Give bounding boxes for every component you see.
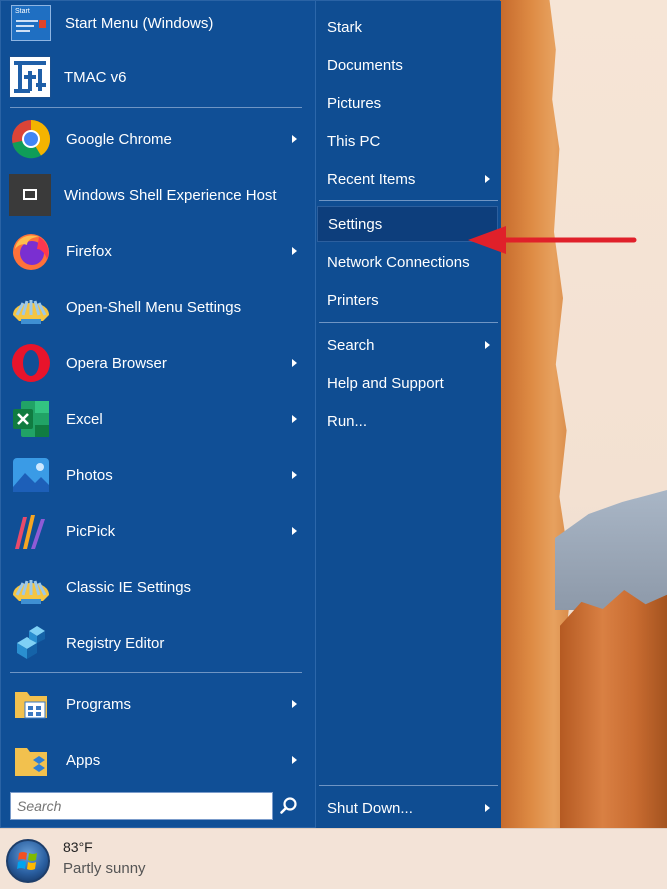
submenu-arrow-icon	[292, 471, 297, 479]
menu-item-label: Classic IE Settings	[66, 578, 192, 596]
chrome-icon	[9, 117, 53, 161]
menu-item-google-chrome[interactable]: Google Chrome	[5, 111, 311, 167]
firefox-icon	[9, 229, 53, 273]
tile-line	[16, 30, 30, 32]
tile-red-square	[39, 20, 46, 28]
submenu-arrow-icon	[292, 135, 297, 143]
search-box[interactable]	[10, 792, 273, 820]
menu-item-label: Open-Shell Menu Settings	[66, 298, 242, 316]
right-item-label: Stark	[327, 18, 363, 36]
menu-item-label: Firefox	[66, 242, 112, 260]
shell-host-icon	[9, 174, 51, 216]
right-item-printers[interactable]: Printers	[317, 283, 498, 317]
registry-editor-icon	[9, 621, 53, 665]
weather-condition[interactable]: Partly sunny	[63, 860, 146, 877]
menu-item-programs[interactable]: Programs	[5, 676, 311, 732]
right-item-documents[interactable]: Documents	[317, 48, 498, 82]
tmac-icon	[9, 56, 51, 98]
start-orb-button[interactable]	[6, 839, 50, 883]
menu-item-label: TMAC v6	[64, 68, 127, 86]
search-input[interactable]	[11, 793, 272, 819]
menu-separator	[319, 785, 498, 786]
start-menu-right-column: Stark Documents Pictures This PC Recent …	[315, 1, 501, 829]
search-icon[interactable]	[279, 796, 299, 816]
menu-item-opera-browser[interactable]: Opera Browser	[5, 335, 311, 391]
menu-item-classic-ie-settings[interactable]: Classic IE Settings	[5, 559, 311, 615]
tile-line	[16, 25, 34, 27]
menu-separator	[10, 672, 302, 673]
start-menu-windows-icon: Start	[11, 5, 51, 41]
rock-formation-lower	[560, 590, 667, 828]
annotation-arrow-icon	[468, 226, 637, 254]
right-item-shut-down[interactable]: Shut Down...	[317, 791, 498, 825]
submenu-arrow-icon	[292, 527, 297, 535]
submenu-arrow-icon	[292, 700, 297, 708]
menu-item-label: Google Chrome	[66, 130, 172, 148]
menu-item-label: Apps	[66, 751, 101, 769]
excel-icon	[9, 397, 53, 441]
programs-icon	[9, 682, 53, 726]
submenu-arrow-icon	[292, 756, 297, 764]
submenu-arrow-icon	[292, 359, 297, 367]
menu-separator	[10, 107, 302, 108]
menu-item-open-shell-menu-settings[interactable]: Open-Shell Menu Settings	[5, 279, 311, 335]
right-item-run[interactable]: Run...	[317, 404, 498, 438]
right-item-pictures[interactable]: Pictures	[317, 86, 498, 120]
menu-item-start-menu-windows[interactable]: Start Start Menu (Windows)	[5, 1, 311, 45]
apps-icon	[9, 738, 53, 782]
menu-item-label: Excel	[66, 410, 103, 428]
right-item-label: Shut Down...	[327, 799, 413, 817]
menu-separator	[319, 200, 498, 201]
right-item-label: Printers	[327, 291, 379, 309]
menu-item-registry-editor[interactable]: Registry Editor	[5, 615, 311, 671]
right-item-this-pc[interactable]: This PC	[317, 124, 498, 158]
right-item-label: Search	[327, 336, 375, 354]
menu-item-label: Start Menu (Windows)	[65, 14, 214, 32]
shell-window-glyph	[23, 189, 37, 200]
right-item-recent-items[interactable]: Recent Items	[317, 162, 498, 196]
submenu-arrow-icon	[292, 415, 297, 423]
menu-item-label: Programs	[66, 695, 132, 713]
weather-temperature[interactable]: 83°F	[63, 839, 93, 855]
menu-item-label: Photos	[66, 466, 113, 484]
start-tile-text: Start	[15, 8, 30, 15]
right-item-label: Recent Items	[327, 170, 416, 188]
picpick-icon	[9, 509, 53, 553]
submenu-arrow-icon	[485, 175, 490, 183]
menu-item-tmac[interactable]: TMAC v6	[5, 49, 311, 105]
menu-item-photos[interactable]: Photos	[5, 447, 311, 503]
menu-item-label: Registry Editor	[66, 634, 165, 652]
right-item-stark[interactable]: Stark	[317, 10, 498, 44]
start-menu: Start Start Menu (Windows) TMAC v6 Googl…	[0, 0, 501, 829]
photos-icon	[9, 453, 53, 497]
right-item-help-and-support[interactable]: Help and Support	[317, 366, 498, 400]
menu-item-label: Opera Browser	[66, 354, 167, 372]
open-shell-icon	[9, 285, 53, 329]
submenu-arrow-icon	[485, 804, 490, 812]
submenu-arrow-icon	[292, 247, 297, 255]
right-item-label: Pictures	[327, 94, 382, 112]
menu-item-label: PicPick	[66, 522, 116, 540]
menu-item-windows-shell-experience-host[interactable]: Windows Shell Experience Host	[5, 167, 311, 223]
menu-separator	[319, 322, 498, 323]
distant-mesa	[555, 490, 667, 610]
menu-item-label: Windows Shell Experience Host	[64, 186, 277, 204]
right-item-label: This PC	[327, 132, 381, 150]
classic-ie-icon	[9, 565, 53, 609]
right-item-label: Documents	[327, 56, 403, 74]
submenu-arrow-icon	[485, 341, 490, 349]
menu-item-apps[interactable]: Apps	[5, 732, 311, 788]
right-item-label: Help and Support	[327, 374, 444, 392]
taskbar: 83°F Partly sunny	[0, 828, 667, 889]
tile-line	[16, 20, 38, 22]
right-item-search[interactable]: Search	[317, 328, 498, 362]
right-item-label: Run...	[327, 412, 368, 430]
menu-item-excel[interactable]: Excel	[5, 391, 311, 447]
windows-logo-icon	[17, 852, 37, 870]
menu-item-picpick[interactable]: PicPick	[5, 503, 311, 559]
desktop-wallpaper	[500, 0, 667, 828]
opera-icon	[9, 341, 53, 385]
start-menu-left-column: Start Start Menu (Windows) TMAC v6 Googl…	[1, 1, 314, 829]
menu-item-firefox[interactable]: Firefox	[5, 223, 311, 279]
